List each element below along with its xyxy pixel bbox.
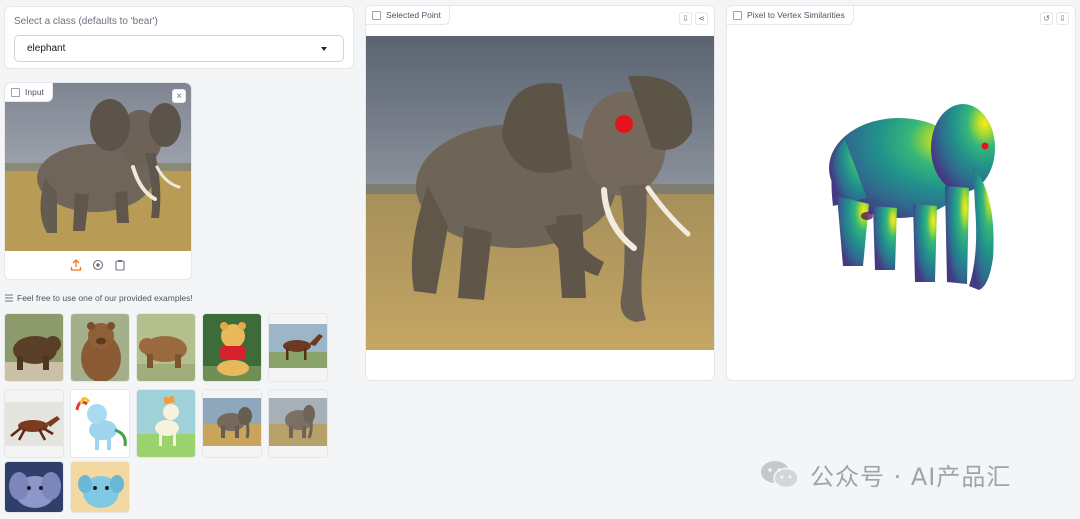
selected-point-tag: Selected Point: [366, 6, 450, 25]
image-icon: [733, 10, 742, 20]
image-icon: [372, 10, 381, 20]
similarity-render: [727, 36, 1075, 350]
wechat-logo-icon: [761, 461, 799, 489]
selected-point-label: Selected Point: [386, 10, 441, 20]
reset-icon[interactable]: ↺: [1040, 12, 1053, 25]
example-rainbow-pony-cartoon[interactable]: [70, 389, 130, 458]
example-brown-bear-photo[interactable]: [70, 313, 130, 382]
watermark: 公众号 · AI产品汇: [760, 458, 1012, 491]
list-icon: [5, 294, 13, 302]
example-running-horse-photo[interactable]: [4, 389, 64, 458]
clipboard-icon[interactable]: [114, 259, 126, 271]
example-dumbo-cartoon[interactable]: [4, 461, 64, 513]
input-toolbar: [5, 251, 191, 279]
example-bear-photo[interactable]: [4, 313, 64, 382]
input-image[interactable]: [5, 83, 191, 251]
selected-point-image[interactable]: [366, 36, 714, 350]
selected-point-marker: [615, 115, 633, 133]
example-elephant-grazing-photo[interactable]: [268, 389, 328, 458]
input-panel: Input ×: [4, 82, 192, 280]
similarities-panel: Pixel to Vertex Similarities ↺ ⇩: [726, 5, 1076, 381]
class-dropdown-value: elephant: [27, 43, 66, 54]
download-icon[interactable]: ⇩: [679, 12, 692, 25]
example-cartoon-creature[interactable]: [70, 461, 130, 513]
close-icon[interactable]: ×: [172, 89, 186, 103]
webcam-icon[interactable]: [92, 259, 104, 271]
dropdown-arrow-icon[interactable]: [321, 47, 327, 51]
similarities-label: Pixel to Vertex Similarities: [747, 10, 845, 20]
input-label: Input: [25, 87, 44, 97]
share-icon[interactable]: ⋖: [695, 12, 708, 25]
example-grizzly-bear-photo[interactable]: [136, 313, 196, 382]
example-horse-photo[interactable]: [268, 313, 328, 382]
class-dropdown[interactable]: elephant: [14, 35, 344, 62]
class-select-label: Select a class (defaults to 'bear'): [14, 16, 158, 27]
watermark-text: 公众号 · AI产品汇: [810, 462, 1012, 491]
selected-point-panel: Selected Point ⇩ ⋖: [365, 5, 715, 381]
example-ponyta-cartoon[interactable]: [136, 389, 196, 458]
class-select-panel: Select a class (defaults to 'bear') elep…: [4, 6, 354, 69]
examples-header: Feel free to use one of our provided exa…: [5, 293, 193, 303]
similarity-peak-marker: [981, 142, 989, 150]
example-winnie-the-pooh-photo[interactable]: [202, 313, 262, 382]
input-tag: Input: [5, 83, 53, 102]
upload-icon[interactable]: [70, 259, 82, 271]
image-icon: [11, 87, 20, 97]
examples-label: Feel free to use one of our provided exa…: [17, 293, 193, 303]
example-elephant-photo[interactable]: [202, 389, 262, 458]
similarities-tag: Pixel to Vertex Similarities: [727, 6, 854, 25]
download-icon[interactable]: ⇩: [1056, 12, 1069, 25]
